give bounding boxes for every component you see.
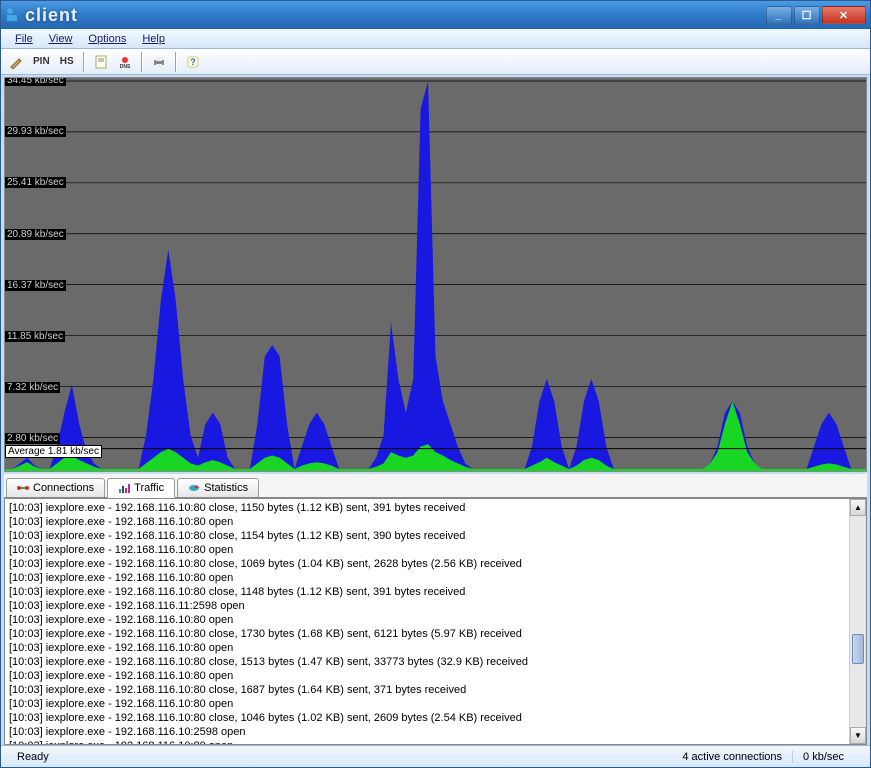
status-rate: 0 kb/sec [793,751,864,763]
log-line: [10:03] iexplore.exe - 192.168.116.10:80… [9,683,845,697]
log-line: [10:03] iexplore.exe - 192.168.116.10:80… [9,557,845,571]
tab-traffic[interactable]: Traffic [107,478,175,498]
scrollbar[interactable]: ▲ ▼ [849,499,866,744]
log-line: [10:03] iexplore.exe - 192.168.116.10:80… [9,655,845,669]
tab-label: Connections [33,482,94,494]
statusbar: Ready 4 active connections 0 kb/sec [1,745,870,767]
y-axis-tick: 11.85 kb/sec [5,331,65,342]
y-axis-tick: 29.93 kb/sec [5,126,66,137]
log-line: [10:03] iexplore.exe - 192.168.116.10:80… [9,641,845,655]
log-line: [10:03] iexplore.exe - 192.168.116.10:80… [9,501,845,515]
y-axis-tick: 20.89 kb/sec [5,229,66,240]
log-line: [10:03] iexplore.exe - 192.168.116.10:80… [9,739,845,744]
close-button[interactable]: ✕ [822,6,866,24]
log-line: [10:03] iexplore.exe - 192.168.116.10:80… [9,515,845,529]
print-icon[interactable] [148,51,170,73]
app-window: client _ ☐ ✕ File View Options Help PIN … [0,0,871,768]
scroll-up-icon[interactable]: ▲ [850,499,866,516]
hs-button[interactable]: HS [56,51,78,73]
menu-help[interactable]: Help [134,31,173,47]
log-line: [10:03] iexplore.exe - 192.168.116.10:80… [9,627,845,641]
toolbar-separator [83,52,85,72]
log-line: [10:03] iexplore.exe - 192.168.116.10:80… [9,669,845,683]
maximize-button[interactable]: ☐ [794,6,820,24]
menu-view[interactable]: View [41,31,81,47]
log-line: [10:03] iexplore.exe - 192.168.116.10:80… [9,529,845,543]
help-icon[interactable]: ? [182,51,204,73]
statistics-icon [188,482,200,494]
document-icon[interactable] [90,51,112,73]
log-line: [10:03] iexplore.exe - 192.168.116.10:80… [9,571,845,585]
log-panel: [10:03] iexplore.exe - 192.168.116.10:80… [4,498,867,745]
log-line: [10:03] iexplore.exe - 192.168.116.10:80… [9,543,845,557]
log-content[interactable]: [10:03] iexplore.exe - 192.168.116.10:80… [5,499,849,744]
toolbar: PIN HS DNS ? [1,49,870,75]
log-line: [10:03] iexplore.exe - 192.168.116.10:80… [9,697,845,711]
toolbar-separator [141,52,143,72]
toolbar-separator [175,52,177,72]
traffic-icon [118,482,130,494]
svg-text:DNS: DNS [119,64,130,69]
tab-label: Traffic [134,482,164,494]
menubar: File View Options Help [1,29,870,49]
scroll-down-icon[interactable]: ▼ [850,727,866,744]
window-title: client [25,5,766,26]
y-axis-tick: 25.41 kb/sec [5,177,66,188]
log-line: [10:03] iexplore.exe - 192.168.116.10:80… [9,711,845,725]
dns-icon[interactable]: DNS [114,51,136,73]
traffic-chart: 34.45 kb/sec 29.93 kb/sec 25.41 kb/sec 20.8… [4,77,867,472]
y-axis-tick: 2.80 kb/sec [5,433,60,444]
tab-connections[interactable]: Connections [6,478,105,497]
connections-icon [17,482,29,494]
log-line: [10:03] iexplore.exe - 192.168.116.10:80… [9,613,845,627]
log-line: [10:03] iexplore.exe - 192.168.116.10:80… [9,585,845,599]
tab-strip: Connections Traffic Statistics [4,474,867,498]
log-line: [10:03] iexplore.exe - 192.168.116.11:25… [9,599,845,613]
y-axis-tick: 16.37 kb/sec [5,280,66,291]
status-ready: Ready [7,751,672,763]
pin-button[interactable]: PIN [29,51,54,73]
window-controls: _ ☐ ✕ [766,6,866,24]
log-line: [10:03] iexplore.exe - 192.168.116.10:25… [9,725,845,739]
svg-text:?: ? [190,57,196,67]
tab-label: Statistics [204,482,248,494]
app-icon [5,7,21,23]
chart-canvas [5,78,866,471]
status-connections: 4 active connections [672,751,793,763]
y-axis-tick: 7.32 kb/sec [5,382,60,393]
tab-statistics[interactable]: Statistics [177,478,259,497]
titlebar[interactable]: client _ ☐ ✕ [1,1,870,29]
minimize-button[interactable]: _ [766,6,792,24]
average-label: Average 1.81 kb/sec [5,445,102,458]
menu-options[interactable]: Options [80,31,134,47]
scroll-thumb[interactable] [852,634,864,664]
menu-file[interactable]: File [7,31,41,47]
y-axis-tick: 34.45 kb/sec [5,77,66,86]
pencil-icon[interactable] [5,51,27,73]
